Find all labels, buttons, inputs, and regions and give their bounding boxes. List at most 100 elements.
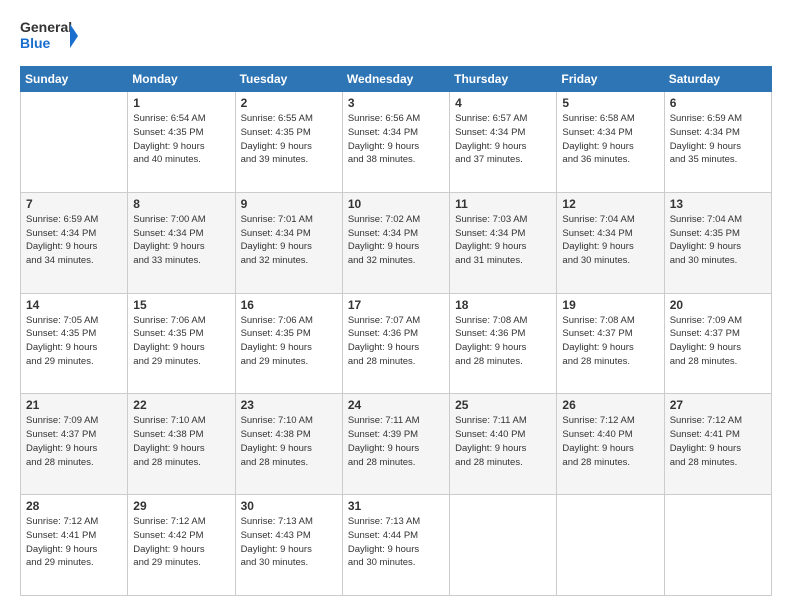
day-number: 13 [670,197,766,211]
day-info: Sunrise: 7:10 AM Sunset: 4:38 PM Dayligh… [241,414,337,469]
calendar-cell: 7 Sunrise: 6:59 AM Sunset: 4:34 PM Daylig… [21,192,128,293]
day-number: 6 [670,96,766,110]
day-number: 19 [562,298,658,312]
calendar-cell: 6 Sunrise: 6:59 AM Sunset: 4:34 PM Daylig… [664,92,771,193]
week-row-2: 14 Sunrise: 7:05 AM Sunset: 4:35 PM Dayli… [21,293,772,394]
day-number: 26 [562,398,658,412]
calendar-cell: 11Sunrise: 7:03 AM Sunset: 4:34 PM Dayli… [450,192,557,293]
week-row-0: 1 Sunrise: 6:54 AM Sunset: 4:35 PM Daylig… [21,92,772,193]
day-info: Sunrise: 7:09 AM Sunset: 4:37 PM Dayligh… [670,314,766,369]
day-info: Sunrise: 6:57 AM Sunset: 4:34 PM Dayligh… [455,112,551,167]
day-number: 9 [241,197,337,211]
calendar-cell: 26 Sunrise: 7:12 AM Sunset: 4:40 PM Dayli… [557,394,664,495]
calendar-cell: 3Sunrise: 6:56 AM Sunset: 4:34 PM Daylig… [342,92,449,193]
svg-text:Blue: Blue [20,35,51,51]
day-info: Sunrise: 7:12 AM Sunset: 4:41 PM Dayligh… [26,515,122,570]
day-info: Sunrise: 6:59 AM Sunset: 4:34 PM Dayligh… [670,112,766,167]
weekday-header-monday: Monday [128,67,235,92]
calendar-cell: 14 Sunrise: 7:05 AM Sunset: 4:35 PM Dayli… [21,293,128,394]
calendar-cell: 10 Sunrise: 7:02 AM Sunset: 4:34 PM Dayli… [342,192,449,293]
calendar-cell: 20Sunrise: 7:09 AM Sunset: 4:37 PM Dayli… [664,293,771,394]
calendar-cell: 21 Sunrise: 7:09 AM Sunset: 4:37 PM Dayli… [21,394,128,495]
day-info: Sunrise: 7:04 AM Sunset: 4:35 PM Dayligh… [670,213,766,268]
day-number: 4 [455,96,551,110]
day-number: 25 [455,398,551,412]
day-info: Sunrise: 7:09 AM Sunset: 4:37 PM Dayligh… [26,414,122,469]
calendar-cell: 27 Sunrise: 7:12 AM Sunset: 4:41 PM Dayli… [664,394,771,495]
calendar-cell: 1 Sunrise: 6:54 AM Sunset: 4:35 PM Daylig… [128,92,235,193]
calendar-cell: 31 Sunrise: 7:13 AM Sunset: 4:44 PM Dayli… [342,495,449,596]
day-info: Sunrise: 7:06 AM Sunset: 4:35 PM Dayligh… [133,314,229,369]
day-info: Sunrise: 7:04 AM Sunset: 4:34 PM Dayligh… [562,213,658,268]
weekday-header-row: SundayMondayTuesdayWednesdayThursdayFrid… [21,67,772,92]
day-info: Sunrise: 7:06 AM Sunset: 4:35 PM Dayligh… [241,314,337,369]
weekday-header-sunday: Sunday [21,67,128,92]
calendar-cell: 5 Sunrise: 6:58 AM Sunset: 4:34 PM Daylig… [557,92,664,193]
day-info: Sunrise: 7:10 AM Sunset: 4:38 PM Dayligh… [133,414,229,469]
day-info: Sunrise: 6:58 AM Sunset: 4:34 PM Dayligh… [562,112,658,167]
day-info: Sunrise: 7:00 AM Sunset: 4:34 PM Dayligh… [133,213,229,268]
day-number: 31 [348,499,444,513]
day-number: 5 [562,96,658,110]
calendar-cell: 23 Sunrise: 7:10 AM Sunset: 4:38 PM Dayli… [235,394,342,495]
day-number: 11 [455,197,551,211]
calendar-cell: 24 Sunrise: 7:11 AM Sunset: 4:39 PM Dayli… [342,394,449,495]
day-info: Sunrise: 7:01 AM Sunset: 4:34 PM Dayligh… [241,213,337,268]
day-number: 15 [133,298,229,312]
calendar-cell: 25 Sunrise: 7:11 AM Sunset: 4:40 PM Dayli… [450,394,557,495]
day-number: 23 [241,398,337,412]
calendar-cell: 28Sunrise: 7:12 AM Sunset: 4:41 PM Dayli… [21,495,128,596]
day-number: 30 [241,499,337,513]
day-number: 17 [348,298,444,312]
page: GeneralBlue SundayMondayTuesdayWednesday… [0,0,792,612]
header: GeneralBlue [20,16,772,56]
calendar-cell: 22Sunrise: 7:10 AM Sunset: 4:38 PM Dayli… [128,394,235,495]
day-number: 14 [26,298,122,312]
calendar-cell: 9 Sunrise: 7:01 AM Sunset: 4:34 PM Daylig… [235,192,342,293]
calendar-cell: 29 Sunrise: 7:12 AM Sunset: 4:42 PM Dayli… [128,495,235,596]
week-row-4: 28Sunrise: 7:12 AM Sunset: 4:41 PM Dayli… [21,495,772,596]
calendar-cell: 16 Sunrise: 7:06 AM Sunset: 4:35 PM Dayli… [235,293,342,394]
day-info: Sunrise: 6:56 AM Sunset: 4:34 PM Dayligh… [348,112,444,167]
calendar-cell: 19 Sunrise: 7:08 AM Sunset: 4:37 PM Dayli… [557,293,664,394]
day-number: 16 [241,298,337,312]
calendar-cell [21,92,128,193]
day-info: Sunrise: 7:08 AM Sunset: 4:36 PM Dayligh… [455,314,551,369]
day-number: 8 [133,197,229,211]
calendar-cell [450,495,557,596]
day-info: Sunrise: 7:02 AM Sunset: 4:34 PM Dayligh… [348,213,444,268]
day-info: Sunrise: 7:08 AM Sunset: 4:37 PM Dayligh… [562,314,658,369]
calendar: SundayMondayTuesdayWednesdayThursdayFrid… [20,66,772,596]
calendar-cell: 12Sunrise: 7:04 AM Sunset: 4:34 PM Dayli… [557,192,664,293]
day-number: 7 [26,197,122,211]
weekday-header-wednesday: Wednesday [342,67,449,92]
calendar-cell: 17 Sunrise: 7:07 AM Sunset: 4:36 PM Dayli… [342,293,449,394]
day-number: 18 [455,298,551,312]
day-number: 1 [133,96,229,110]
day-info: Sunrise: 6:54 AM Sunset: 4:35 PM Dayligh… [133,112,229,167]
calendar-cell: 13 Sunrise: 7:04 AM Sunset: 4:35 PM Dayli… [664,192,771,293]
day-info: Sunrise: 6:55 AM Sunset: 4:35 PM Dayligh… [241,112,337,167]
day-number: 10 [348,197,444,211]
day-info: Sunrise: 7:11 AM Sunset: 4:40 PM Dayligh… [455,414,551,469]
day-info: Sunrise: 7:13 AM Sunset: 4:44 PM Dayligh… [348,515,444,570]
day-info: Sunrise: 7:05 AM Sunset: 4:35 PM Dayligh… [26,314,122,369]
week-row-3: 21 Sunrise: 7:09 AM Sunset: 4:37 PM Dayli… [21,394,772,495]
day-info: Sunrise: 7:12 AM Sunset: 4:42 PM Dayligh… [133,515,229,570]
day-info: Sunrise: 7:12 AM Sunset: 4:40 PM Dayligh… [562,414,658,469]
calendar-cell [664,495,771,596]
day-info: Sunrise: 6:59 AM Sunset: 4:34 PM Dayligh… [26,213,122,268]
day-info: Sunrise: 7:07 AM Sunset: 4:36 PM Dayligh… [348,314,444,369]
day-info: Sunrise: 7:12 AM Sunset: 4:41 PM Dayligh… [670,414,766,469]
day-number: 27 [670,398,766,412]
logo-svg: GeneralBlue [20,16,80,56]
day-info: Sunrise: 7:13 AM Sunset: 4:43 PM Dayligh… [241,515,337,570]
calendar-cell: 8 Sunrise: 7:00 AM Sunset: 4:34 PM Daylig… [128,192,235,293]
logo: GeneralBlue [20,16,80,56]
calendar-cell: 4 Sunrise: 6:57 AM Sunset: 4:34 PM Daylig… [450,92,557,193]
weekday-header-saturday: Saturday [664,67,771,92]
day-number: 24 [348,398,444,412]
day-number: 21 [26,398,122,412]
day-info: Sunrise: 7:11 AM Sunset: 4:39 PM Dayligh… [348,414,444,469]
day-number: 29 [133,499,229,513]
